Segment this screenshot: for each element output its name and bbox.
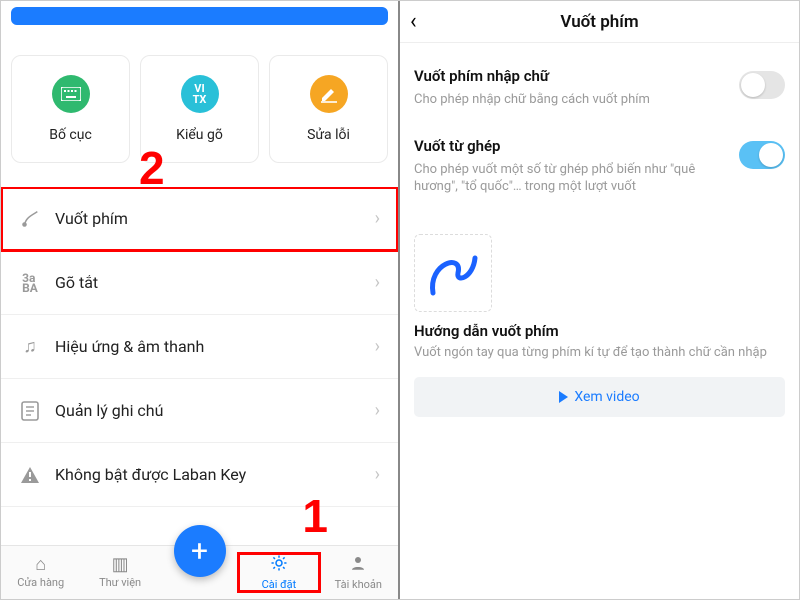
plus-icon: + bbox=[191, 534, 208, 569]
gear-icon bbox=[270, 554, 288, 576]
card-correction[interactable]: Sửa lỗi bbox=[269, 55, 388, 163]
pencil-icon bbox=[310, 75, 348, 113]
top-banner bbox=[11, 7, 388, 25]
row-label: Hiệu ứng & âm thanh bbox=[55, 337, 375, 356]
toggle-swipe-compound[interactable] bbox=[739, 141, 785, 169]
music-note-icon: ♫ bbox=[15, 336, 45, 357]
settings-list: Vuốt phím › 3aBA Gõ tắt › ♫ Hiệu ứng & â… bbox=[1, 187, 398, 545]
video-button-label: Xem video bbox=[574, 389, 639, 405]
chevron-right-icon: › bbox=[375, 400, 380, 421]
card-layout[interactable]: Bố cục bbox=[11, 55, 130, 163]
row-swipe-typing[interactable]: Vuốt phím › bbox=[1, 187, 398, 251]
watch-video-button[interactable]: Xem video bbox=[414, 377, 785, 417]
row-manage-notes[interactable]: Quản lý ghi chú › bbox=[1, 379, 398, 443]
setting-desc: Cho phép vuốt một số từ ghép phổ biến nh… bbox=[414, 161, 729, 196]
row-label: Vuốt phím bbox=[55, 209, 375, 228]
note-icon bbox=[15, 401, 45, 421]
tab-library[interactable]: ▥ Thư viện bbox=[80, 556, 159, 589]
vi-tx-icon: VITX bbox=[181, 75, 219, 113]
detail-title: Vuốt phím bbox=[560, 12, 638, 32]
library-icon: ▥ bbox=[112, 556, 129, 574]
card-label: Bố cục bbox=[49, 127, 92, 143]
guide-title: Hướng dẫn vuốt phím bbox=[414, 322, 785, 340]
card-input-method[interactable]: VITX Kiểu gõ bbox=[140, 55, 259, 163]
tab-label: Tài khoản bbox=[335, 578, 382, 591]
setting-swipe-input: Vuốt phím nhập chữ Cho phép nhập chữ bằn… bbox=[414, 57, 785, 127]
shortcut-icon: 3aBA bbox=[15, 273, 45, 293]
card-label: Sửa lỗi bbox=[307, 127, 350, 143]
chevron-right-icon: › bbox=[375, 464, 380, 485]
fab-add-button[interactable]: + bbox=[174, 525, 226, 577]
play-icon bbox=[559, 391, 568, 403]
person-icon bbox=[349, 554, 367, 576]
quick-cards: Bố cục VITX Kiểu gõ Sửa lỗi bbox=[11, 55, 388, 163]
tab-label: Cửa hàng bbox=[17, 576, 64, 589]
setting-desc: Cho phép nhập chữ bằng cách vuốt phím bbox=[414, 91, 729, 109]
settings-screen: Bố cục VITX Kiểu gõ Sửa lỗi 2 Vu bbox=[1, 1, 400, 599]
chevron-right-icon: › bbox=[375, 336, 380, 357]
tab-label: Thư viện bbox=[99, 576, 141, 589]
chevron-right-icon: › bbox=[375, 208, 380, 229]
home-icon: ⌂ bbox=[35, 556, 46, 574]
row-troubleshoot[interactable]: Không bật được Laban Key › bbox=[1, 443, 398, 507]
detail-header: ‹ Vuốt phím bbox=[400, 1, 799, 43]
row-shortcuts[interactable]: 3aBA Gõ tắt › bbox=[1, 251, 398, 315]
tab-label: Cài đặt bbox=[262, 578, 297, 591]
tab-store[interactable]: ⌂ Cửa hàng bbox=[1, 556, 80, 589]
toggle-swipe-input[interactable] bbox=[739, 71, 785, 99]
swipe-typing-screen: ‹ Vuốt phím Vuốt phím nhập chữ Cho phép … bbox=[400, 1, 799, 599]
tab-account[interactable]: Tài khoản bbox=[319, 554, 398, 591]
warning-icon bbox=[15, 466, 45, 484]
tab-settings[interactable]: Cài đặt bbox=[239, 554, 318, 591]
swipe-illustration bbox=[414, 234, 492, 312]
row-label: Gõ tắt bbox=[55, 273, 375, 292]
setting-swipe-compound: Vuốt từ ghép Cho phép vuốt một số từ ghé… bbox=[414, 127, 785, 214]
keyboard-icon bbox=[52, 75, 90, 113]
row-label: Không bật được Laban Key bbox=[55, 465, 375, 484]
setting-title: Vuốt từ ghép bbox=[414, 137, 729, 155]
setting-title: Vuốt phím nhập chữ bbox=[414, 67, 729, 85]
row-label: Quản lý ghi chú bbox=[55, 401, 375, 420]
swipe-icon bbox=[15, 208, 45, 230]
row-sound-effects[interactable]: ♫ Hiệu ứng & âm thanh › bbox=[1, 315, 398, 379]
guide-desc: Vuốt ngón tay qua từng phím kí tự để tạo… bbox=[414, 344, 785, 362]
back-button[interactable]: ‹ bbox=[410, 9, 417, 34]
card-label: Kiểu gõ bbox=[176, 127, 223, 143]
chevron-right-icon: › bbox=[375, 272, 380, 293]
